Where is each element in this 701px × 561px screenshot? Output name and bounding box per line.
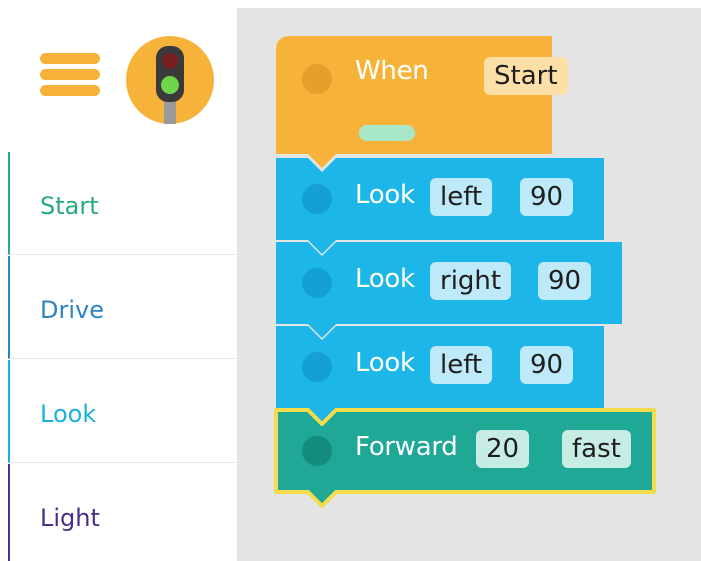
trigger-chip[interactable]: Start	[484, 57, 568, 95]
sidebar: Start Drive Look Light	[0, 0, 237, 561]
block-handle-dot	[302, 184, 332, 214]
direction-chip[interactable]: right	[430, 262, 512, 300]
block-label: Look	[355, 348, 415, 378]
menu-bar	[40, 69, 100, 80]
forward-block[interactable]: Forward 20 fast	[274, 408, 656, 508]
category-light[interactable]: Light	[8, 464, 237, 561]
traffic-light-graphic	[156, 46, 184, 124]
block-handle-dot	[302, 436, 332, 466]
degrees-chip[interactable]: 90	[520, 346, 574, 384]
add-condition-pill[interactable]	[359, 125, 415, 141]
block-label: Forward	[355, 432, 458, 462]
category-start[interactable]: Start	[8, 152, 237, 255]
speed-chip[interactable]: fast	[562, 430, 631, 468]
hamburger-icon[interactable]	[40, 50, 100, 98]
block-label: Look	[355, 264, 415, 294]
look-block-3[interactable]: Look left 90	[276, 326, 604, 422]
direction-chip[interactable]: left	[430, 346, 493, 384]
category-label: Look	[40, 400, 97, 428]
block-handle-dot	[302, 352, 332, 382]
category-label: Start	[40, 192, 99, 220]
direction-chip[interactable]: left	[430, 178, 493, 216]
category-look[interactable]: Look	[8, 360, 237, 463]
degrees-chip[interactable]: 90	[538, 262, 592, 300]
degrees-chip[interactable]: 90	[520, 178, 574, 216]
block-handle-dot	[302, 268, 332, 298]
block-handle-dot	[302, 64, 332, 94]
code-workspace[interactable]: When Start Look left 90 Look right 90 Lo…	[237, 8, 701, 561]
category-list: Start Drive Look Light	[8, 152, 237, 561]
menu-bar	[40, 53, 100, 64]
distance-chip[interactable]: 20	[476, 430, 530, 468]
block-label: When	[355, 56, 429, 86]
look-block-1[interactable]: Look left 90	[276, 158, 604, 254]
when-start-block[interactable]: When Start	[276, 36, 568, 168]
category-drive[interactable]: Drive	[8, 256, 237, 359]
menu-bar	[40, 85, 100, 96]
category-label: Light	[40, 504, 100, 532]
block-label: Look	[355, 180, 415, 210]
traffic-light-icon[interactable]	[126, 36, 214, 124]
category-label: Drive	[40, 296, 104, 324]
look-block-2[interactable]: Look right 90	[276, 242, 622, 338]
